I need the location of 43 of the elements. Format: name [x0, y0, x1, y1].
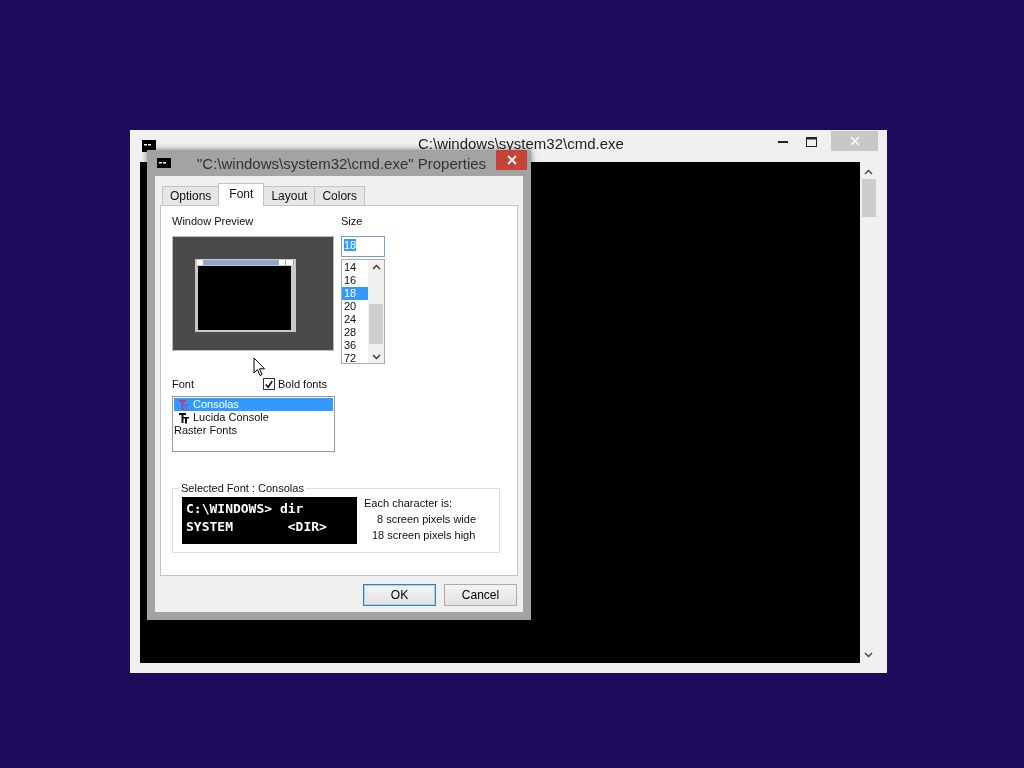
tab[interactable]: Layout: [263, 186, 316, 205]
font-label: Font: [172, 377, 194, 391]
info-text: 8 screen pixels wide: [376, 512, 477, 527]
size-listbox[interactable]: 14 16 18 20 24 28 36 72: [341, 259, 385, 364]
size-option[interactable]: 28: [342, 326, 368, 339]
truetype-icon: [178, 411, 190, 424]
dialog-button[interactable]: Cancel: [444, 584, 517, 606]
font-option[interactable]: Raster Fonts: [174, 424, 333, 437]
tab[interactable]: Options: [162, 186, 220, 205]
info-text: Each character is:: [364, 496, 454, 511]
size-label: Size: [341, 214, 364, 228]
close-icon[interactable]: [506, 155, 517, 165]
size-option[interactable]: 36: [342, 339, 368, 352]
size-option[interactable]: 14: [342, 261, 368, 274]
bold-fonts-checkbox[interactable]: Bold fonts: [263, 378, 327, 390]
font-listbox[interactable]: Consolas Lucida Console Raster Fonts: [172, 396, 335, 452]
scroll-up-icon[interactable]: [371, 264, 381, 270]
font-option[interactable]: Lucida Console: [174, 411, 333, 424]
console-icon: [142, 140, 156, 152]
console-icon: [157, 158, 171, 168]
size-option[interactable]: 16: [342, 274, 368, 287]
cursor-icon: [253, 357, 266, 377]
size-option[interactable]: 20: [342, 300, 368, 313]
scroll-down-icon[interactable]: [864, 652, 873, 658]
scroll-thumb[interactable]: [369, 304, 383, 344]
info-text: 18 screen pixels high: [371, 528, 477, 543]
tab[interactable]: Colors: [314, 186, 366, 205]
truetype-icon: [178, 398, 190, 411]
scroll-thumb[interactable]: [861, 179, 876, 217]
window-title: C:\windows\system32\cmd.exe: [418, 134, 624, 152]
checkbox[interactable]: [263, 378, 275, 390]
dialog-button[interactable]: OK: [363, 584, 436, 606]
font-sample: C:\WINDOWS> dir SYSTEM <DIR>: [182, 497, 357, 544]
scroll-down-icon[interactable]: [371, 354, 381, 360]
size-option[interactable]: 72: [342, 352, 368, 363]
maximize-icon[interactable]: [806, 137, 817, 147]
preview-label: Window Preview: [172, 214, 255, 228]
dialog-title: "C:\windows\system32\cmd.exe" Properties: [197, 154, 487, 172]
scroll-up-icon[interactable]: [864, 169, 873, 175]
size-option[interactable]: 24: [342, 313, 368, 326]
tab[interactable]: Font: [218, 183, 265, 206]
close-button[interactable]: [496, 150, 527, 170]
group-legend: Selected Font : Consolas: [179, 482, 306, 494]
